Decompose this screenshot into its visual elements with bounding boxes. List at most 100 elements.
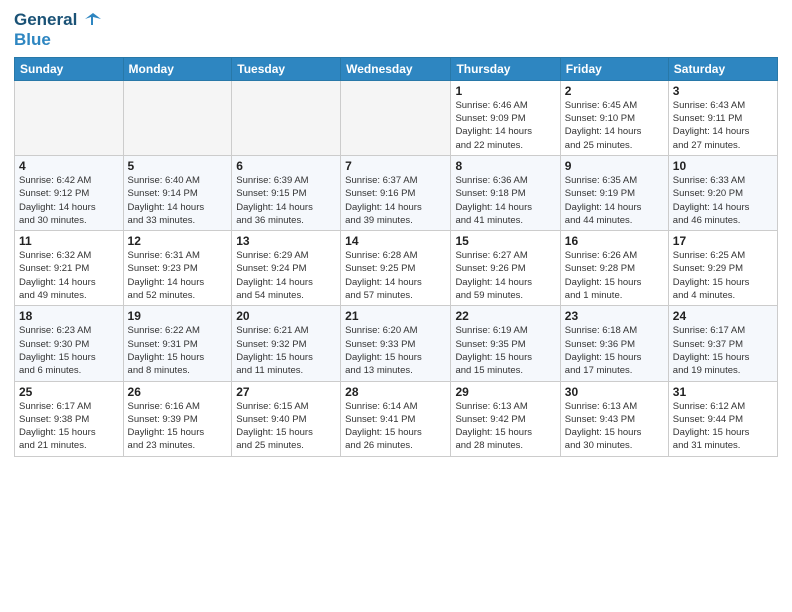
weekday-header-thursday: Thursday — [451, 57, 560, 80]
calendar-cell: 2Sunrise: 6:45 AM Sunset: 9:10 PM Daylig… — [560, 80, 668, 155]
page: General Blue SundayMondayTuesdayWednesda… — [0, 0, 792, 612]
day-info: Sunrise: 6:39 AM Sunset: 9:15 PM Dayligh… — [236, 174, 336, 227]
calendar-cell: 3Sunrise: 6:43 AM Sunset: 9:11 PM Daylig… — [668, 80, 777, 155]
calendar-cell: 6Sunrise: 6:39 AM Sunset: 9:15 PM Daylig… — [232, 155, 341, 230]
calendar-cell: 26Sunrise: 6:16 AM Sunset: 9:39 PM Dayli… — [123, 381, 232, 456]
calendar-cell: 25Sunrise: 6:17 AM Sunset: 9:38 PM Dayli… — [15, 381, 124, 456]
logo-blue: Blue — [14, 30, 101, 50]
calendar-cell: 28Sunrise: 6:14 AM Sunset: 9:41 PM Dayli… — [341, 381, 451, 456]
calendar-cell — [232, 80, 341, 155]
calendar-week-5: 25Sunrise: 6:17 AM Sunset: 9:38 PM Dayli… — [15, 381, 778, 456]
calendar-week-4: 18Sunrise: 6:23 AM Sunset: 9:30 PM Dayli… — [15, 306, 778, 381]
weekday-header-wednesday: Wednesday — [341, 57, 451, 80]
day-info: Sunrise: 6:42 AM Sunset: 9:12 PM Dayligh… — [19, 174, 119, 227]
calendar-cell — [123, 80, 232, 155]
day-number: 15 — [455, 234, 555, 248]
day-info: Sunrise: 6:37 AM Sunset: 9:16 PM Dayligh… — [345, 174, 446, 227]
calendar-cell: 4Sunrise: 6:42 AM Sunset: 9:12 PM Daylig… — [15, 155, 124, 230]
day-info: Sunrise: 6:33 AM Sunset: 9:20 PM Dayligh… — [673, 174, 773, 227]
calendar-cell: 29Sunrise: 6:13 AM Sunset: 9:42 PM Dayli… — [451, 381, 560, 456]
day-number: 18 — [19, 309, 119, 323]
day-number: 13 — [236, 234, 336, 248]
day-number: 26 — [128, 385, 228, 399]
calendar-cell: 19Sunrise: 6:22 AM Sunset: 9:31 PM Dayli… — [123, 306, 232, 381]
day-info: Sunrise: 6:19 AM Sunset: 9:35 PM Dayligh… — [455, 324, 555, 377]
logo: General Blue — [14, 10, 101, 51]
day-number: 4 — [19, 159, 119, 173]
calendar-cell: 7Sunrise: 6:37 AM Sunset: 9:16 PM Daylig… — [341, 155, 451, 230]
day-info: Sunrise: 6:27 AM Sunset: 9:26 PM Dayligh… — [455, 249, 555, 302]
day-number: 2 — [565, 84, 664, 98]
weekday-header-saturday: Saturday — [668, 57, 777, 80]
day-number: 21 — [345, 309, 446, 323]
day-number: 19 — [128, 309, 228, 323]
day-info: Sunrise: 6:26 AM Sunset: 9:28 PM Dayligh… — [565, 249, 664, 302]
day-info: Sunrise: 6:46 AM Sunset: 9:09 PM Dayligh… — [455, 99, 555, 152]
logo-bird-icon — [79, 11, 101, 29]
day-info: Sunrise: 6:18 AM Sunset: 9:36 PM Dayligh… — [565, 324, 664, 377]
day-number: 11 — [19, 234, 119, 248]
logo-text: General Blue — [14, 10, 101, 51]
day-info: Sunrise: 6:28 AM Sunset: 9:25 PM Dayligh… — [345, 249, 446, 302]
day-number: 31 — [673, 385, 773, 399]
calendar-cell: 13Sunrise: 6:29 AM Sunset: 9:24 PM Dayli… — [232, 231, 341, 306]
day-info: Sunrise: 6:40 AM Sunset: 9:14 PM Dayligh… — [128, 174, 228, 227]
day-number: 3 — [673, 84, 773, 98]
day-info: Sunrise: 6:17 AM Sunset: 9:37 PM Dayligh… — [673, 324, 773, 377]
calendar-cell: 22Sunrise: 6:19 AM Sunset: 9:35 PM Dayli… — [451, 306, 560, 381]
day-info: Sunrise: 6:31 AM Sunset: 9:23 PM Dayligh… — [128, 249, 228, 302]
day-number: 30 — [565, 385, 664, 399]
day-number: 7 — [345, 159, 446, 173]
day-number: 6 — [236, 159, 336, 173]
day-info: Sunrise: 6:43 AM Sunset: 9:11 PM Dayligh… — [673, 99, 773, 152]
calendar-cell: 5Sunrise: 6:40 AM Sunset: 9:14 PM Daylig… — [123, 155, 232, 230]
weekday-header-tuesday: Tuesday — [232, 57, 341, 80]
calendar-cell: 1Sunrise: 6:46 AM Sunset: 9:09 PM Daylig… — [451, 80, 560, 155]
calendar-cell: 20Sunrise: 6:21 AM Sunset: 9:32 PM Dayli… — [232, 306, 341, 381]
day-number: 1 — [455, 84, 555, 98]
day-info: Sunrise: 6:25 AM Sunset: 9:29 PM Dayligh… — [673, 249, 773, 302]
calendar-cell: 9Sunrise: 6:35 AM Sunset: 9:19 PM Daylig… — [560, 155, 668, 230]
day-info: Sunrise: 6:12 AM Sunset: 9:44 PM Dayligh… — [673, 400, 773, 453]
calendar-cell: 8Sunrise: 6:36 AM Sunset: 9:18 PM Daylig… — [451, 155, 560, 230]
calendar-cell: 16Sunrise: 6:26 AM Sunset: 9:28 PM Dayli… — [560, 231, 668, 306]
day-number: 16 — [565, 234, 664, 248]
calendar-cell: 30Sunrise: 6:13 AM Sunset: 9:43 PM Dayli… — [560, 381, 668, 456]
calendar-cell: 17Sunrise: 6:25 AM Sunset: 9:29 PM Dayli… — [668, 231, 777, 306]
day-number: 8 — [455, 159, 555, 173]
day-number: 5 — [128, 159, 228, 173]
day-info: Sunrise: 6:32 AM Sunset: 9:21 PM Dayligh… — [19, 249, 119, 302]
calendar-body: 1Sunrise: 6:46 AM Sunset: 9:09 PM Daylig… — [15, 80, 778, 456]
day-number: 14 — [345, 234, 446, 248]
calendar-cell: 23Sunrise: 6:18 AM Sunset: 9:36 PM Dayli… — [560, 306, 668, 381]
calendar-week-3: 11Sunrise: 6:32 AM Sunset: 9:21 PM Dayli… — [15, 231, 778, 306]
day-number: 9 — [565, 159, 664, 173]
logo-general: General — [14, 10, 77, 30]
day-info: Sunrise: 6:17 AM Sunset: 9:38 PM Dayligh… — [19, 400, 119, 453]
calendar-week-1: 1Sunrise: 6:46 AM Sunset: 9:09 PM Daylig… — [15, 80, 778, 155]
calendar-cell — [341, 80, 451, 155]
day-info: Sunrise: 6:13 AM Sunset: 9:42 PM Dayligh… — [455, 400, 555, 453]
day-info: Sunrise: 6:23 AM Sunset: 9:30 PM Dayligh… — [19, 324, 119, 377]
day-info: Sunrise: 6:22 AM Sunset: 9:31 PM Dayligh… — [128, 324, 228, 377]
calendar-cell: 12Sunrise: 6:31 AM Sunset: 9:23 PM Dayli… — [123, 231, 232, 306]
calendar-cell — [15, 80, 124, 155]
day-info: Sunrise: 6:14 AM Sunset: 9:41 PM Dayligh… — [345, 400, 446, 453]
calendar-cell: 27Sunrise: 6:15 AM Sunset: 9:40 PM Dayli… — [232, 381, 341, 456]
weekday-header-monday: Monday — [123, 57, 232, 80]
day-number: 29 — [455, 385, 555, 399]
calendar-cell: 11Sunrise: 6:32 AM Sunset: 9:21 PM Dayli… — [15, 231, 124, 306]
calendar-cell: 31Sunrise: 6:12 AM Sunset: 9:44 PM Dayli… — [668, 381, 777, 456]
day-number: 17 — [673, 234, 773, 248]
day-info: Sunrise: 6:29 AM Sunset: 9:24 PM Dayligh… — [236, 249, 336, 302]
day-info: Sunrise: 6:16 AM Sunset: 9:39 PM Dayligh… — [128, 400, 228, 453]
day-info: Sunrise: 6:36 AM Sunset: 9:18 PM Dayligh… — [455, 174, 555, 227]
day-number: 22 — [455, 309, 555, 323]
calendar-table: SundayMondayTuesdayWednesdayThursdayFrid… — [14, 57, 778, 457]
day-info: Sunrise: 6:45 AM Sunset: 9:10 PM Dayligh… — [565, 99, 664, 152]
calendar-cell: 18Sunrise: 6:23 AM Sunset: 9:30 PM Dayli… — [15, 306, 124, 381]
calendar-cell: 21Sunrise: 6:20 AM Sunset: 9:33 PM Dayli… — [341, 306, 451, 381]
calendar-cell: 24Sunrise: 6:17 AM Sunset: 9:37 PM Dayli… — [668, 306, 777, 381]
day-number: 23 — [565, 309, 664, 323]
calendar-cell: 14Sunrise: 6:28 AM Sunset: 9:25 PM Dayli… — [341, 231, 451, 306]
